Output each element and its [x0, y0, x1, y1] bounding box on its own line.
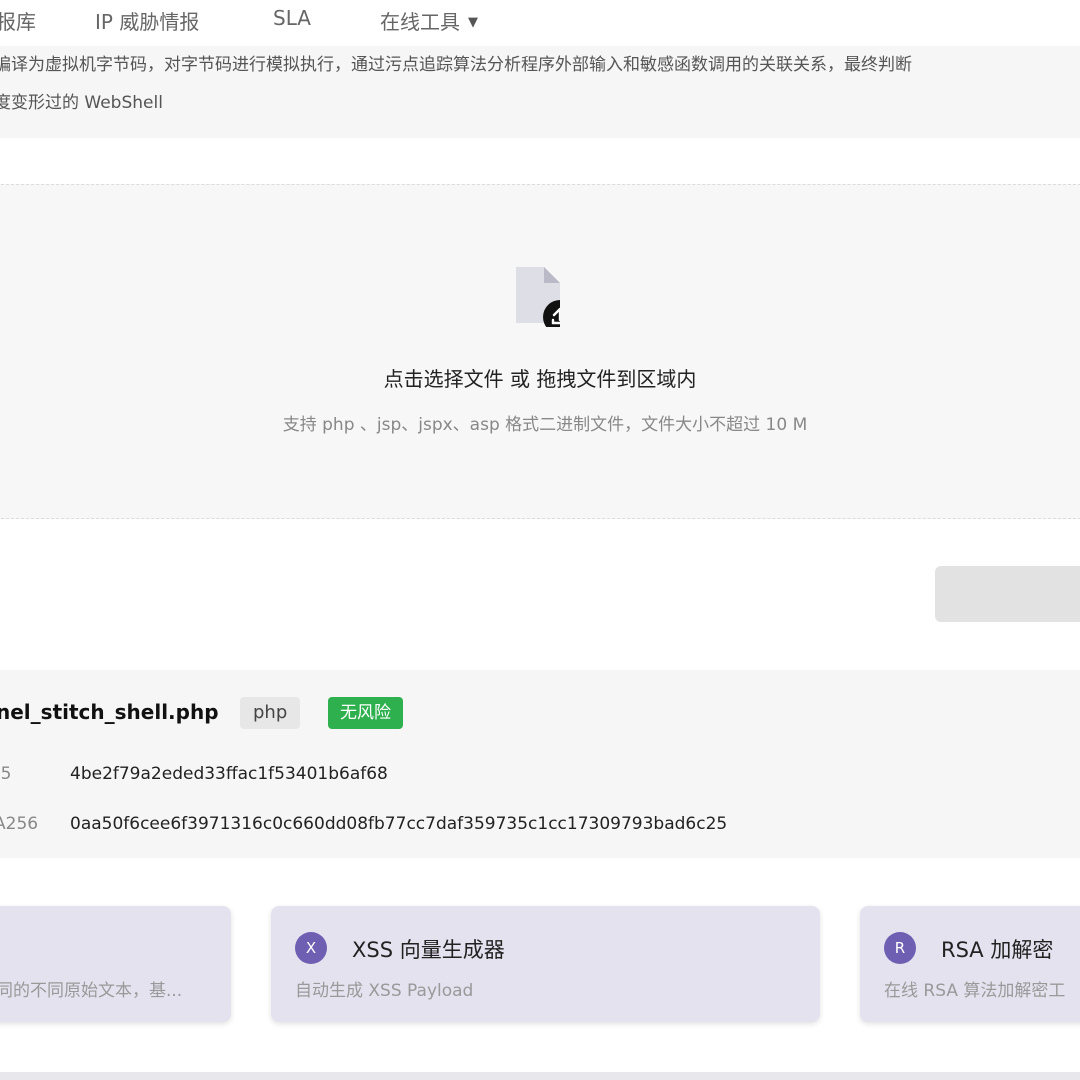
rsa-logo-icon: R — [884, 932, 916, 964]
tool-card-xss-generator[interactable]: X XSS 向量生成器 自动生成 XSS Payload — [271, 906, 820, 1022]
tool-card-hash-collision[interactable]: 同的不同原始文本，基... — [0, 906, 231, 1022]
tool-card-desc: 同的不同原始文本，基... — [0, 981, 183, 1001]
submit-button[interactable] — [935, 566, 1080, 622]
upload-title: 点击选择文件 或 拖拽文件到区域内 — [383, 367, 697, 391]
footer-strip — [0, 1072, 1080, 1080]
hash-value-sha256: 0aa50f6cee6f3971316c0c660dd08fb77cc7daf3… — [70, 814, 728, 834]
top-nav: 报库 IP 威胁情报 SLA 在线工具 ▼ — [0, 0, 1080, 46]
nav-item-online-tools[interactable]: 在线工具 ▼ — [380, 6, 478, 35]
description-line-1: 编译为虚拟机字节码，对字节码进行模拟执行，通过污点追踪算法分析程序外部输入和敏感… — [0, 55, 912, 75]
hash-label-sha256: A256 — [0, 814, 39, 834]
tool-description: 编译为虚拟机字节码，对字节码进行模拟执行，通过污点追踪算法分析程序外部输入和敏感… — [0, 46, 1080, 138]
caret-down-icon: ▼ — [468, 15, 478, 30]
nav-item-ip-threat-intel[interactable]: IP 威胁情报 — [95, 6, 199, 35]
file-type-badge: php — [240, 697, 301, 729]
upload-hint: 支持 php 、jsp、jspx、asp 格式二进制文件，文件大小不超过 10 … — [282, 415, 808, 435]
tool-card-title: RSA 加解密 — [941, 938, 1054, 962]
file-upload-dropzone[interactable] — [0, 184, 1080, 519]
risk-status-badge: 无风险 — [328, 697, 403, 729]
result-file-name: nel_stitch_shell.php — [0, 700, 219, 724]
nav-item-online-tools-label: 在线工具 — [380, 10, 460, 34]
nav-item-database[interactable]: 报库 — [0, 6, 36, 35]
xss-logo-icon: X — [295, 932, 327, 964]
nav-item-sla[interactable]: SLA — [273, 6, 311, 30]
tool-card-title: XSS 向量生成器 — [352, 938, 505, 962]
hash-label-md5: )5 — [0, 764, 12, 784]
file-upload-icon[interactable] — [514, 265, 560, 327]
tool-card-rsa[interactable]: R RSA 加解密 在线 RSA 算法加解密工 — [860, 906, 1080, 1022]
tool-card-desc: 自动生成 XSS Payload — [295, 981, 474, 1001]
tool-card-desc: 在线 RSA 算法加解密工 — [884, 981, 1066, 1001]
hash-value-md5: 4be2f79a2eded33ffac1f53401b6af68 — [70, 764, 388, 784]
description-line-2: 度变形过的 WebShell — [0, 93, 163, 113]
